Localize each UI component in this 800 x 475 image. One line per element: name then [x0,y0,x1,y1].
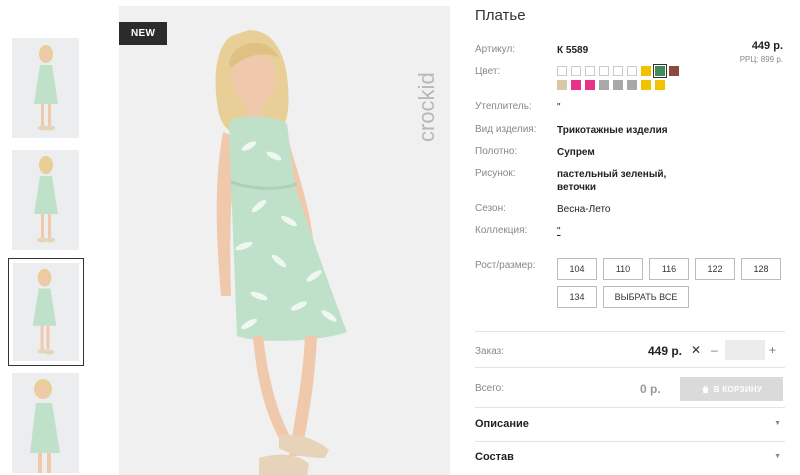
divider [475,331,785,332]
chevron-down-icon[interactable]: ▼ [774,420,781,427]
color-swatch[interactable] [571,80,581,90]
add-to-cart-label: В КОРЗИНУ [713,384,763,394]
size-options: 104 110 116 122 128 134 ВЫБРАТЬ ВСЕ [557,258,787,312]
total-label: Всего: [475,383,504,394]
color-label: Цвет: [475,66,501,77]
quantity-input[interactable] [725,340,765,360]
season-label: Сезон: [475,203,506,214]
total-price: 0 р. [640,382,661,396]
pattern-label: Рисунок: [475,168,516,179]
article-label: Артикул: [475,44,516,55]
remove-icon[interactable]: ✕ [691,343,701,357]
size-option-110[interactable]: 110 [603,258,643,280]
color-swatch[interactable] [585,80,595,90]
accordion-description[interactable]: Описание [475,418,529,430]
thumbnail-3-active[interactable] [8,258,84,366]
thumbnail-1[interactable] [12,38,79,138]
pattern-value-line2: веточки [557,182,597,193]
insulation-label: Утеплитель: [475,101,532,112]
size-option-128[interactable]: 128 [741,258,781,280]
fabric-value: Супрем [557,147,595,158]
color-swatch[interactable] [655,80,665,90]
accordion-composition[interactable]: Состав [475,451,514,463]
color-swatch[interactable] [557,80,567,90]
type-label: Вид изделия: [475,124,537,135]
color-swatch[interactable] [599,80,609,90]
brand-logo: crockid [414,72,439,142]
color-swatch[interactable] [627,66,637,76]
thumbnail-4[interactable] [12,373,79,473]
add-to-cart-button[interactable]: В КОРЗИНУ [680,377,783,401]
model-figure [215,30,347,475]
main-product-photo: NEW crockid [119,6,450,475]
article-value: К 5589 [557,45,589,56]
divider [475,367,785,368]
thumbnail-strip [0,0,100,475]
thumbnail-photo [30,379,60,473]
new-badge: NEW [119,22,168,45]
size-label: Рост/размер: [475,260,536,271]
color-swatch[interactable] [571,66,581,76]
color-swatch[interactable] [653,64,667,78]
cart-icon [702,385,708,393]
pattern-value-line1: пастельный зеленый, [557,169,667,180]
color-swatch[interactable] [599,66,609,76]
divider [475,407,785,408]
color-swatch[interactable] [613,80,623,90]
size-option-104[interactable]: 104 [557,258,597,280]
color-swatch[interactable] [641,66,651,76]
thumbnail-photo [34,156,58,243]
chevron-down-icon[interactable]: ▼ [774,453,781,460]
fabric-label: Полотно: [475,146,518,157]
size-option-122[interactable]: 122 [695,258,735,280]
color-swatch[interactable] [585,66,595,76]
order-label: Заказ: [475,346,505,357]
color-swatch[interactable] [627,80,637,90]
insulation-value: " [557,102,561,113]
color-swatch[interactable] [641,80,651,90]
season-value: Весна-Лето [557,204,611,215]
color-swatch[interactable] [613,66,623,76]
collection-value[interactable]: " [557,225,561,238]
thumbnail-photo [34,45,58,131]
product-info: Платье Артикул: К 5589 449 р. РРЦ: 899 р… [475,0,785,475]
type-value: Трикотажные изделия [557,125,668,136]
increase-quantity-button[interactable]: + [769,343,776,357]
svg-text:crockid: crockid [414,72,439,142]
product-title: Платье [475,7,526,24]
recommended-price: РРЦ: 899 р. [739,55,783,64]
product-price: 449 р. [751,40,783,52]
order-price: 449 р. [648,344,683,358]
size-option-116[interactable]: 116 [649,258,689,280]
color-swatch[interactable] [669,66,679,76]
thumbnail-photo [32,268,57,355]
color-swatch[interactable] [557,66,567,76]
size-option-134[interactable]: 134 [557,286,597,308]
decrease-quantity-button[interactable]: – [711,343,718,357]
thumbnail-2[interactable] [12,150,79,250]
collection-label: Коллекция: [475,225,528,236]
divider [475,441,785,442]
select-all-sizes-button[interactable]: ВЫБРАТЬ ВСЕ [603,286,689,308]
